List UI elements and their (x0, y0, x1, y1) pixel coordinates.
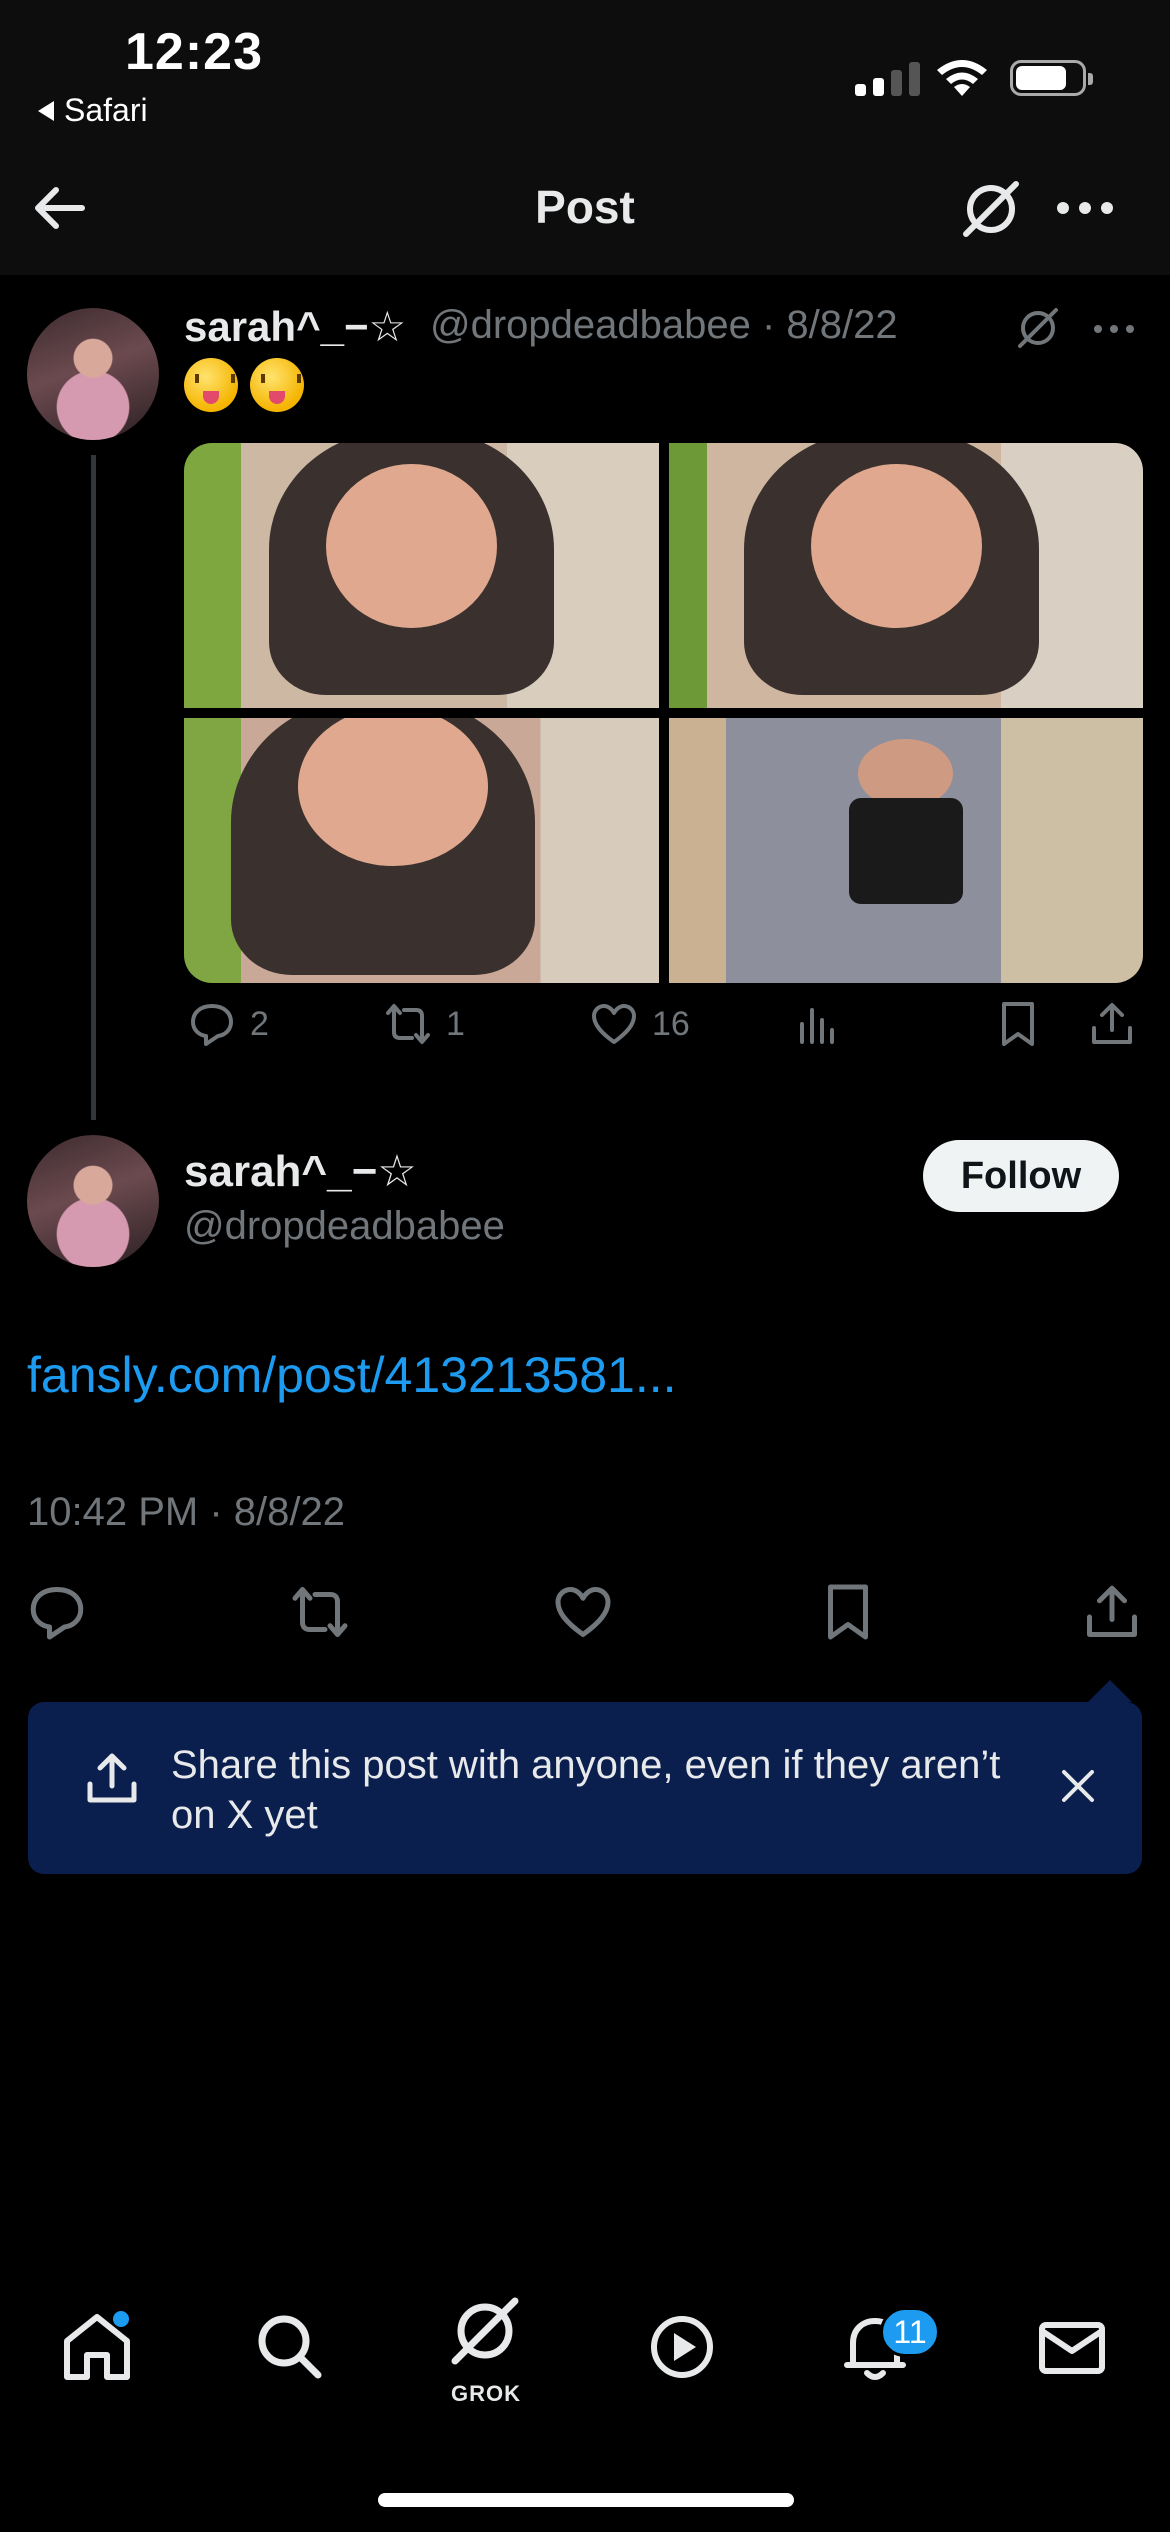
repost-count: 1 (446, 1004, 465, 1043)
status-bar: 12:23 Safari (0, 0, 1170, 140)
squinting-face-with-tongue-icon (184, 358, 238, 412)
media-photo[interactable] (668, 718, 1143, 983)
share-icon (1087, 1585, 1137, 1637)
nav-video[interactable] (642, 2307, 722, 2387)
nav-grok[interactable] (445, 2291, 525, 2371)
thread-connector-line (91, 455, 96, 1120)
tooltip-caret (1088, 1680, 1132, 1702)
more-options-icon[interactable] (1092, 322, 1136, 336)
squinting-face-with-tongue-icon (250, 358, 304, 412)
messages-icon (1039, 2322, 1105, 2374)
cellular-signal-icon (855, 58, 920, 96)
status-time: 12:23 (125, 23, 263, 81)
bookmark-button[interactable] (994, 1000, 1042, 1048)
author-display-name[interactable]: sarah^_−☆ (184, 1146, 417, 1197)
like-count: 16 (652, 1004, 690, 1043)
back-triangle-icon (38, 100, 54, 121)
reply-icon (191, 1004, 233, 1046)
grok-label: GROK (451, 2381, 521, 2406)
like-button[interactable]: 16 (590, 1000, 690, 1048)
battery-icon (1010, 60, 1093, 96)
post-text-emojis (184, 358, 304, 412)
search-icon (258, 2315, 322, 2379)
avatar[interactable] (27, 308, 159, 440)
media-photo[interactable] (668, 443, 1143, 708)
nav-home[interactable] (57, 2307, 137, 2387)
close-icon[interactable] (1058, 1766, 1098, 1806)
grok-icon (451, 2297, 519, 2365)
follow-button[interactable]: Follow (923, 1140, 1119, 1212)
post-link[interactable]: fansly.com/post/413213581... (27, 1346, 677, 1404)
more-options-icon[interactable] (1055, 198, 1115, 218)
post-timestamp[interactable]: 10:42 PM · 8/8/22 (27, 1490, 345, 1535)
notifications-badge: 11 (880, 2307, 940, 2357)
repost-icon (386, 1004, 430, 1044)
post-action-bar (0, 1582, 1170, 1652)
bookmark-icon (828, 1584, 868, 1640)
back-app-label: Safari (64, 92, 148, 128)
bottom-navigation: GROK 11 (0, 2285, 1170, 2435)
repost-button[interactable] (290, 1582, 350, 1642)
post-action-bar: 2 1 16 (184, 1000, 1144, 1070)
media-photo[interactable] (184, 443, 659, 708)
share-icon (1092, 1003, 1132, 1044)
back-to-safari-link[interactable]: Safari (38, 92, 148, 129)
wifi-icon (937, 60, 987, 96)
home-indicator[interactable] (378, 2493, 794, 2507)
share-button[interactable] (1088, 1000, 1136, 1048)
views-button[interactable] (794, 1000, 842, 1048)
media-photo[interactable] (184, 718, 659, 983)
video-icon (651, 2316, 713, 2378)
reply-button[interactable] (27, 1582, 87, 1642)
bookmark-button[interactable] (818, 1582, 878, 1642)
grok-icon[interactable] (958, 176, 1024, 242)
heart-icon (592, 1004, 636, 1044)
author-handle[interactable]: @dropdeadbabee (184, 1204, 505, 1249)
reply-button[interactable]: 2 (188, 1000, 269, 1048)
top-app-bar: Post (0, 140, 1170, 275)
share-tooltip: Share this post with anyone, even if the… (28, 1680, 1142, 1874)
nav-search[interactable] (250, 2307, 330, 2387)
tooltip-text: Share this post with anyone, even if the… (171, 1743, 1001, 1837)
repost-button[interactable]: 1 (384, 1000, 465, 1048)
grok-icon[interactable] (1012, 302, 1064, 354)
reply-icon (30, 1587, 84, 1640)
share-icon (87, 1753, 137, 1803)
heart-icon (555, 1587, 611, 1637)
home-unread-dot (113, 2311, 129, 2327)
share-button[interactable] (1082, 1582, 1142, 1642)
author-display-name[interactable]: sarah^_−☆ (184, 302, 406, 351)
analytics-icon (800, 1008, 834, 1044)
bookmark-icon (1002, 1002, 1034, 1046)
reply-count: 2 (250, 1004, 269, 1043)
nav-messages[interactable] (1032, 2307, 1112, 2387)
like-button[interactable] (553, 1582, 613, 1642)
repost-icon (292, 1587, 348, 1637)
avatar[interactable] (27, 1135, 159, 1267)
media-grid (184, 443, 1143, 983)
author-handle-and-date[interactable]: @dropdeadbabee · 8/8/22 (430, 303, 898, 348)
